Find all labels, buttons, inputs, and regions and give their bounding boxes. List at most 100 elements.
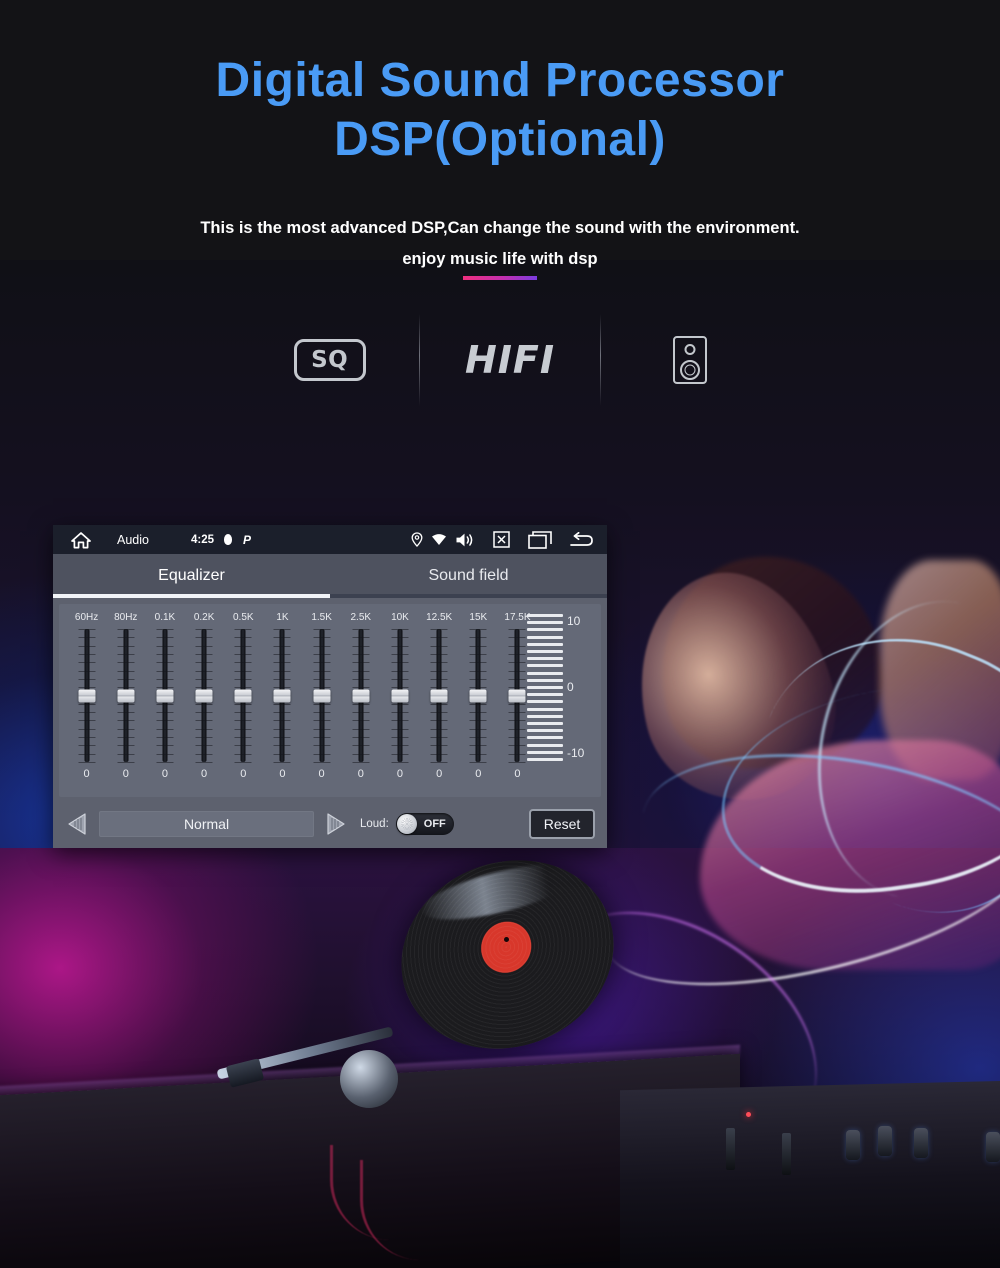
eq-slider-thumb[interactable] xyxy=(156,689,174,702)
eq-band-slider[interactable] xyxy=(313,629,331,763)
eq-band-value: 0 xyxy=(240,768,247,780)
eq-band-label: 0.2K xyxy=(193,612,215,623)
close-box-icon[interactable] xyxy=(493,531,510,548)
eq-slider-thumb[interactable] xyxy=(508,689,526,702)
wifi-icon[interactable] xyxy=(431,533,447,546)
equalizer-panel: 60Hz 0 80Hz 0 0.1K 0 0.2K 0 0.5K 0 1K 0 1.5K 0 2.5K 0 10… xyxy=(59,604,601,797)
tab-equalizer-label: Equalizer xyxy=(158,567,225,584)
eq-scale-tick xyxy=(527,714,563,718)
eq-band-value: 0 xyxy=(396,768,404,780)
location-pin-icon[interactable] xyxy=(411,532,423,547)
next-preset-icon[interactable] xyxy=(322,811,348,837)
bluetooth-dot-icon xyxy=(224,534,233,545)
tab-equalizer[interactable]: Equalizer xyxy=(53,554,330,598)
eq-band-label: 2.5K xyxy=(350,612,372,623)
eq-slider-thumb[interactable] xyxy=(391,689,409,702)
mixer-knob xyxy=(878,1126,892,1156)
eq-scale-tick xyxy=(527,614,563,617)
speaker-woofer-icon xyxy=(680,360,701,380)
tab-active-indicator xyxy=(53,594,330,598)
tab-sound-field[interactable]: Sound field xyxy=(330,554,607,598)
tab-sound-field-label: Sound field xyxy=(428,567,509,584)
eq-band: 2.5K 0 xyxy=(341,610,380,803)
status-app-title: Audio xyxy=(117,532,149,547)
eq-scale-tick xyxy=(527,707,563,711)
eq-band-slider[interactable] xyxy=(469,629,487,763)
hero-subheading: This is the most advanced DSP,Can change… xyxy=(0,213,1000,276)
eq-band: 1K 0 xyxy=(263,610,302,803)
eq-band: 10K 0 xyxy=(380,610,419,803)
eq-scale-min-label: -10 xyxy=(567,746,585,760)
mixer-fader xyxy=(726,1128,735,1170)
equalizer-band-list: 60Hz 0 80Hz 0 0.1K 0 0.2K 0 0.5K 0 1K 0 1.5K 0 2.5K 0 10… xyxy=(67,610,537,803)
hero-subtitle-line1: This is the most advanced DSP,Can change… xyxy=(200,219,800,237)
tonearm-base xyxy=(340,1050,398,1108)
eq-band-slider[interactable] xyxy=(156,629,174,763)
toggle-knob xyxy=(396,814,417,834)
eq-scale-tick xyxy=(527,635,563,639)
back-icon[interactable] xyxy=(570,531,593,548)
eq-band-slider[interactable] xyxy=(273,629,291,763)
eq-band-value: 0 xyxy=(83,768,90,780)
equalizer-db-scale: 10 0 -10 xyxy=(527,614,589,774)
eq-band-slider[interactable] xyxy=(430,629,448,763)
eq-scale-tick xyxy=(527,722,563,725)
eq-band-value: 0 xyxy=(436,768,443,780)
eq-band: 15K 0 xyxy=(459,610,498,803)
badge-sq: SQ xyxy=(240,339,419,381)
eq-band-label: 0.1K xyxy=(154,612,176,623)
eq-scale-max-label: 10 xyxy=(567,614,581,628)
mixer-knob xyxy=(986,1132,1000,1162)
previous-preset-icon[interactable] xyxy=(65,811,91,837)
eq-slider-thumb[interactable] xyxy=(195,689,213,702)
eq-slider-thumb[interactable] xyxy=(313,689,331,702)
mixer-knob xyxy=(846,1130,860,1160)
reset-button[interactable]: Reset xyxy=(529,809,595,839)
eq-slider-thumb[interactable] xyxy=(469,689,487,702)
eq-slider-thumb[interactable] xyxy=(117,689,135,702)
device-tab-bar: Equalizer Sound field xyxy=(53,554,607,598)
eq-scale-tick xyxy=(527,736,563,740)
eq-scale-tick xyxy=(527,650,563,653)
eq-slider-thumb[interactable] xyxy=(430,689,448,702)
eq-band-value: 0 xyxy=(201,768,208,780)
volume-icon[interactable] xyxy=(455,532,475,548)
eq-band-slider[interactable] xyxy=(234,629,252,763)
mixer-knob xyxy=(914,1128,928,1158)
eq-band-label: 0.5K xyxy=(232,612,254,623)
eq-slider-thumb[interactable] xyxy=(352,689,370,702)
mixer-fader xyxy=(782,1133,791,1175)
eq-band: 12.5K 0 xyxy=(420,610,459,803)
eq-band-slider[interactable] xyxy=(78,629,96,763)
eq-band-slider[interactable] xyxy=(391,629,409,763)
eq-band-slider[interactable] xyxy=(117,629,135,763)
reset-button-label: Reset xyxy=(543,816,581,832)
mixer-led xyxy=(746,1112,751,1117)
eq-band-slider[interactable] xyxy=(195,629,213,763)
loudness-toggle[interactable]: OFF xyxy=(395,813,454,835)
eq-band-label: 80Hz xyxy=(114,612,138,623)
speaker-icon xyxy=(673,336,708,384)
eq-scale-tick xyxy=(527,700,563,704)
preset-field[interactable]: Normal xyxy=(99,811,314,837)
home-icon[interactable] xyxy=(71,531,91,549)
hero-heading: Digital Sound Processor DSP(Optional) xyxy=(0,52,1000,169)
dj-mixer xyxy=(620,1079,1000,1268)
eq-band-label: 1.5K xyxy=(311,612,332,623)
recents-icon[interactable] xyxy=(528,530,552,549)
eq-scale-tick xyxy=(527,729,563,733)
eq-band-label: 60Hz xyxy=(74,612,99,623)
status-icon-group xyxy=(411,530,593,549)
eq-slider-thumb[interactable] xyxy=(78,689,96,702)
eq-band-slider[interactable] xyxy=(508,629,526,763)
eq-scale-tick xyxy=(527,671,563,675)
eq-band-slider[interactable] xyxy=(352,629,370,763)
eq-slider-thumb[interactable] xyxy=(273,689,291,702)
eq-slider-thumb[interactable] xyxy=(234,689,252,702)
eq-band: 0.5K 0 xyxy=(224,610,263,803)
hifi-label: HIFI xyxy=(464,338,556,382)
eq-band-value: 0 xyxy=(279,768,286,780)
eq-scale-tick xyxy=(527,693,563,697)
sq-icon: SQ xyxy=(293,339,366,381)
eq-band-value: 0 xyxy=(318,768,325,780)
